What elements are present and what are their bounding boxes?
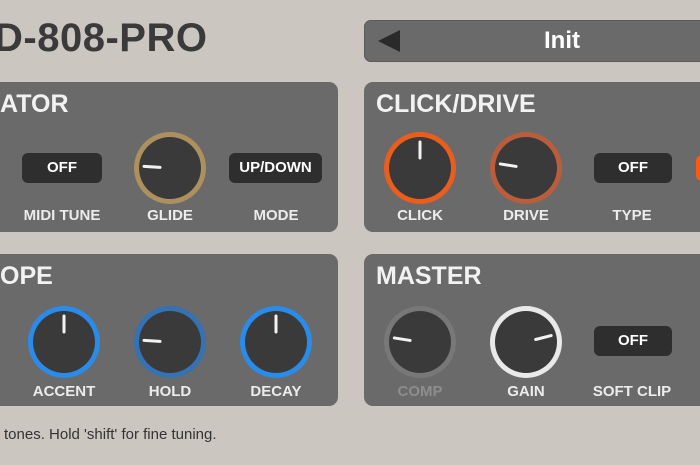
knob-graphic [134,306,206,378]
soft-clip-toggle[interactable]: OFF [594,326,672,356]
glide-knob[interactable] [130,128,210,213]
drive-knob[interactable] [486,128,566,213]
knob-body [389,311,451,373]
soft-clip-label: SOFT CLIP [592,383,672,400]
knob-graphic [384,306,456,378]
accent-knob[interactable] [24,302,104,387]
knob-pointer [142,338,162,343]
preset-name: Init [544,27,580,54]
knob-graphic [490,132,562,204]
hold-label: HOLD [148,383,192,400]
click-drive-title: CLICK/DRIVE [376,90,536,118]
type-label: TYPE [612,207,652,224]
click-knob[interactable] [380,128,460,213]
footer-hint: tones. Hold 'shift' for fine tuning. [4,426,217,443]
type-toggle[interactable]: OFF [594,153,672,183]
gain-knob[interactable] [486,302,566,387]
click-label: CLICK [397,207,443,224]
mode-toggle[interactable]: UP/DOWN [229,153,322,183]
offscreen-orange-control-edge[interactable] [696,155,700,181]
knob-graphic [490,306,562,378]
knob-body [495,137,557,199]
preset-prev-icon[interactable] [378,30,400,52]
midi-tune-toggle[interactable]: OFF [22,153,102,183]
accent-label: ACCENT [32,383,96,400]
decay-knob[interactable] [236,302,316,387]
comp-knob[interactable] [380,302,460,387]
comp-label: COMP [397,383,443,400]
knob-body [495,311,557,373]
midi-tune-label: MIDI TUNE [23,207,101,224]
decay-label: DECAY [250,383,302,400]
master-title: MASTER [376,262,482,290]
envelope-title: OPE [0,262,53,290]
knob-graphic [134,132,206,204]
plugin-title: D-808-PRO [0,16,208,60]
oscillator-title: ATOR [0,90,69,118]
glide-label: GLIDE [147,207,193,224]
knob-graphic [28,306,100,378]
hold-knob[interactable] [130,302,210,387]
drive-label: DRIVE [503,207,549,224]
preset-selector[interactable]: Init [364,20,700,62]
mode-label: MODE [253,207,299,224]
knob-pointer [142,164,162,169]
knob-graphic [384,132,456,204]
knob-graphic [240,306,312,378]
gain-label: GAIN [507,383,545,400]
